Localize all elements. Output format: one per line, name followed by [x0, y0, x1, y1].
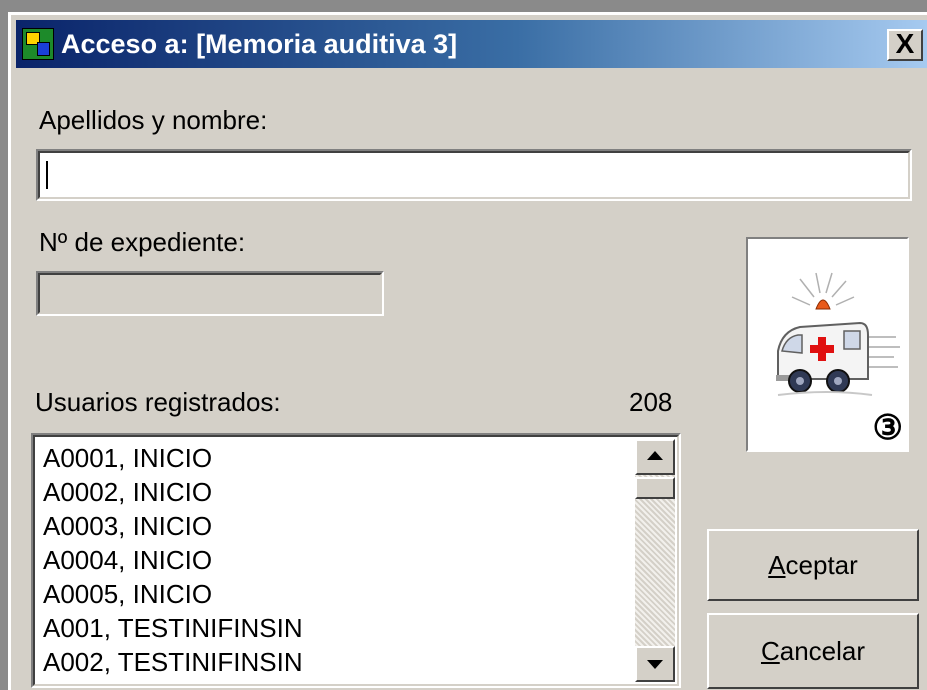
app-icon: [22, 28, 54, 60]
name-input-border: [38, 151, 910, 199]
title-bar[interactable]: Acceso a: [Memoria auditiva 3] X: [16, 20, 927, 68]
login-dialog: Acceso a: [Memoria auditiva 3] X Apellid…: [8, 12, 927, 690]
users-count: 208: [629, 387, 673, 417]
text-caret: [46, 161, 48, 189]
expediente-field-border: [38, 273, 382, 314]
scroll-up-button[interactable]: [635, 439, 675, 475]
users-list: A0001, INICIO A0002, INICIO A0003, INICI…: [43, 441, 631, 679]
expediente-label: Nº de expediente:: [39, 227, 246, 257]
list-item[interactable]: A001, TESTINIFINSIN: [43, 611, 631, 645]
accept-label: ceptar: [785, 549, 858, 580]
arrow-up-icon: [647, 451, 663, 460]
vertical-scrollbar[interactable]: [635, 439, 675, 682]
game-picture: ③: [746, 237, 909, 452]
scroll-down-button[interactable]: [635, 646, 675, 682]
close-button[interactable]: X: [887, 29, 923, 61]
cancel-label: ancelar: [779, 635, 866, 666]
window-title: Acceso a: [Memoria auditiva 3]: [61, 29, 458, 59]
list-item[interactable]: A0001, INICIO: [43, 441, 631, 475]
users-label: Usuarios registrados:: [35, 387, 281, 417]
users-listbox[interactable]: A0001, INICIO A0002, INICIO A0003, INICI…: [31, 433, 681, 688]
cancel-mnemonic: C: [760, 635, 780, 666]
level-badge: ③: [872, 408, 903, 448]
list-item[interactable]: A0005, INICIO: [43, 577, 631, 611]
accept-mnemonic: A: [768, 549, 786, 580]
list-item[interactable]: A0004, INICIO: [43, 543, 631, 577]
arrow-down-icon: [647, 660, 663, 669]
scroll-thumb[interactable]: [635, 477, 675, 499]
accept-button[interactable]: Aceptar: [707, 529, 919, 601]
name-label: Apellidos y nombre:: [39, 105, 268, 135]
expediente-field: [36, 271, 384, 316]
list-item[interactable]: A0002, INICIO: [43, 475, 631, 509]
name-input[interactable]: [36, 149, 912, 201]
cancel-button[interactable]: Cancelar: [707, 613, 919, 689]
list-item[interactable]: A0003, INICIO: [43, 509, 631, 543]
list-item[interactable]: A002, TESTINIFINSIN: [43, 645, 631, 679]
